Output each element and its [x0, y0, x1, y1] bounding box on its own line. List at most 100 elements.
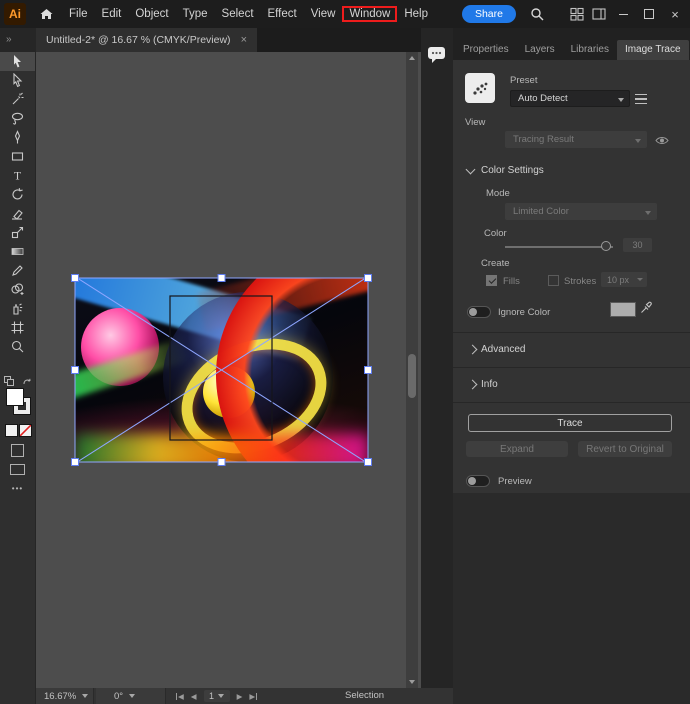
color-value-box: 30 — [623, 238, 652, 252]
toolbar-collapse-icon[interactable]: » — [0, 28, 36, 52]
color-label: Color — [484, 228, 507, 239]
last-artboard-button[interactable]: ▶ — [249, 692, 257, 701]
color-settings-header[interactable]: Color Settings — [481, 165, 544, 176]
tool-eraser[interactable] — [0, 204, 35, 223]
next-artboard-button[interactable]: ▶ — [237, 692, 243, 701]
tab-close-icon[interactable]: × — [241, 34, 247, 46]
ignore-color-toggle[interactable] — [467, 306, 491, 318]
fill-color-swatch[interactable] — [6, 388, 24, 406]
vertical-scrollbar-thumb[interactable] — [408, 354, 416, 398]
chevron-down-icon — [466, 165, 476, 175]
strokes-label: Strokes — [564, 276, 596, 287]
menu-help[interactable]: Help — [397, 6, 435, 22]
color-mode-icon[interactable] — [5, 424, 18, 437]
document-tab[interactable]: Untitled-2* @ 16.67 % (CMYK/Preview) × — [36, 28, 257, 52]
arrange-documents-icon[interactable] — [566, 0, 588, 28]
comments-panel-button[interactable] — [426, 44, 448, 66]
view-label: View — [465, 117, 485, 128]
menu-view[interactable]: View — [304, 6, 343, 22]
chevron-down-icon — [129, 694, 135, 698]
image-trace-preset-icon — [465, 73, 495, 103]
menu-bar: File Edit Object Type Select Effect View… — [62, 0, 435, 28]
fills-label: Fills — [503, 276, 520, 287]
menu-effect[interactable]: Effect — [261, 6, 304, 22]
tab-libraries[interactable]: Libraries — [563, 40, 617, 60]
tool-scale[interactable] — [0, 223, 35, 242]
fills-checkbox — [486, 275, 497, 286]
tool-direct-selection[interactable] — [0, 71, 35, 90]
svg-text:T: T — [14, 171, 21, 183]
tool-rotate[interactable] — [0, 185, 35, 204]
menu-window[interactable]: Window — [342, 6, 397, 22]
preset-dropdown[interactable]: Auto Detect — [510, 90, 630, 107]
tool-lasso[interactable] — [0, 109, 35, 128]
menu-type[interactable]: Type — [176, 6, 215, 22]
search-icon[interactable] — [526, 0, 548, 28]
eyedropper-icon — [640, 300, 653, 319]
document-tab-bar: » Untitled-2* @ 16.67 % (CMYK/Preview) × — [0, 28, 421, 52]
restore-button[interactable] — [636, 0, 662, 28]
selection-overlay[interactable] — [71, 274, 372, 466]
preview-label: Preview — [498, 476, 532, 487]
eye-icon — [655, 133, 669, 151]
rotation-dropdown[interactable]: 0° — [96, 688, 166, 704]
artboard-number-dropdown[interactable]: 1 — [204, 690, 230, 702]
tool-artboard[interactable] — [0, 318, 35, 337]
illustrator-logo: Ai — [4, 3, 26, 25]
stroke-width-box: 10 px — [601, 272, 647, 287]
close-button[interactable]: × — [662, 0, 688, 28]
strokes-checkbox — [548, 275, 559, 286]
panel-tab-bar: Properties Layers Libraries Image Trace — [453, 28, 690, 60]
tool-gradient[interactable] — [0, 242, 35, 261]
tool-pencil[interactable] — [0, 261, 35, 280]
scroll-up-icon[interactable] — [406, 52, 418, 64]
home-button[interactable] — [33, 0, 59, 28]
minimize-button[interactable] — [610, 0, 636, 28]
tool-shape-builder[interactable] — [0, 280, 35, 299]
comment-bubble-icon — [427, 46, 447, 64]
none-color-icon[interactable] — [19, 424, 32, 437]
illustrator-window: Ai File Edit Object Type Select Effect V… — [0, 0, 690, 704]
scroll-down-icon[interactable] — [406, 676, 418, 688]
collapsed-dock-strip — [421, 28, 453, 704]
draw-mode-icon[interactable] — [11, 444, 24, 457]
chevron-right-icon — [468, 380, 478, 390]
artboard-navigation: ◀ ◀ 1 ▶ ▶ — [176, 688, 257, 704]
menu-select[interactable]: Select — [215, 6, 261, 22]
workspace-switcher-icon[interactable] — [588, 0, 610, 28]
tool-rectangle[interactable] — [0, 147, 35, 166]
tab-image-trace[interactable]: Image Trace — [617, 40, 689, 60]
tool-magic-wand[interactable] — [0, 90, 35, 109]
tool-type[interactable]: T — [0, 166, 35, 185]
advanced-header[interactable]: Advanced — [481, 344, 525, 355]
screen-mode-icon[interactable] — [10, 464, 25, 475]
restore-icon — [644, 9, 654, 19]
menu-edit[interactable]: Edit — [95, 6, 129, 22]
status-bar: 16.67% 0° ◀ ◀ 1 ▶ ▶ Selection — [36, 688, 453, 704]
preview-toggle[interactable] — [466, 475, 490, 487]
color-slider-handle — [601, 241, 611, 251]
share-button[interactable]: Share — [462, 5, 516, 23]
edit-toolbar-button[interactable]: ••• — [0, 484, 35, 493]
info-header[interactable]: Info — [481, 379, 498, 390]
color-slider — [505, 246, 613, 248]
tab-properties[interactable]: Properties — [455, 40, 517, 60]
tool-zoom[interactable] — [0, 337, 35, 356]
tool-pen[interactable] — [0, 128, 35, 147]
tab-layers[interactable]: Layers — [517, 40, 563, 60]
app-bar-right: Share × — [462, 0, 690, 28]
ignore-color-label: Ignore Color — [498, 307, 550, 318]
tool-selection[interactable] — [0, 52, 35, 71]
menu-file[interactable]: File — [62, 6, 95, 22]
canvas[interactable] — [36, 52, 421, 688]
trace-button[interactable]: Trace — [468, 414, 672, 432]
first-artboard-button[interactable]: ◀ — [176, 692, 184, 701]
right-panel: Properties Layers Libraries Image Trace … — [453, 28, 690, 704]
zoom-level-dropdown[interactable]: 16.67% — [36, 688, 94, 704]
status-text: Selection — [345, 690, 384, 701]
tool-symbol-sprayer[interactable] — [0, 299, 35, 318]
previous-artboard-button[interactable]: ◀ — [191, 692, 197, 701]
menu-object[interactable]: Object — [128, 6, 175, 22]
panel-menu-icon[interactable] — [635, 94, 647, 104]
default-fill-stroke-icon[interactable] — [4, 376, 13, 385]
